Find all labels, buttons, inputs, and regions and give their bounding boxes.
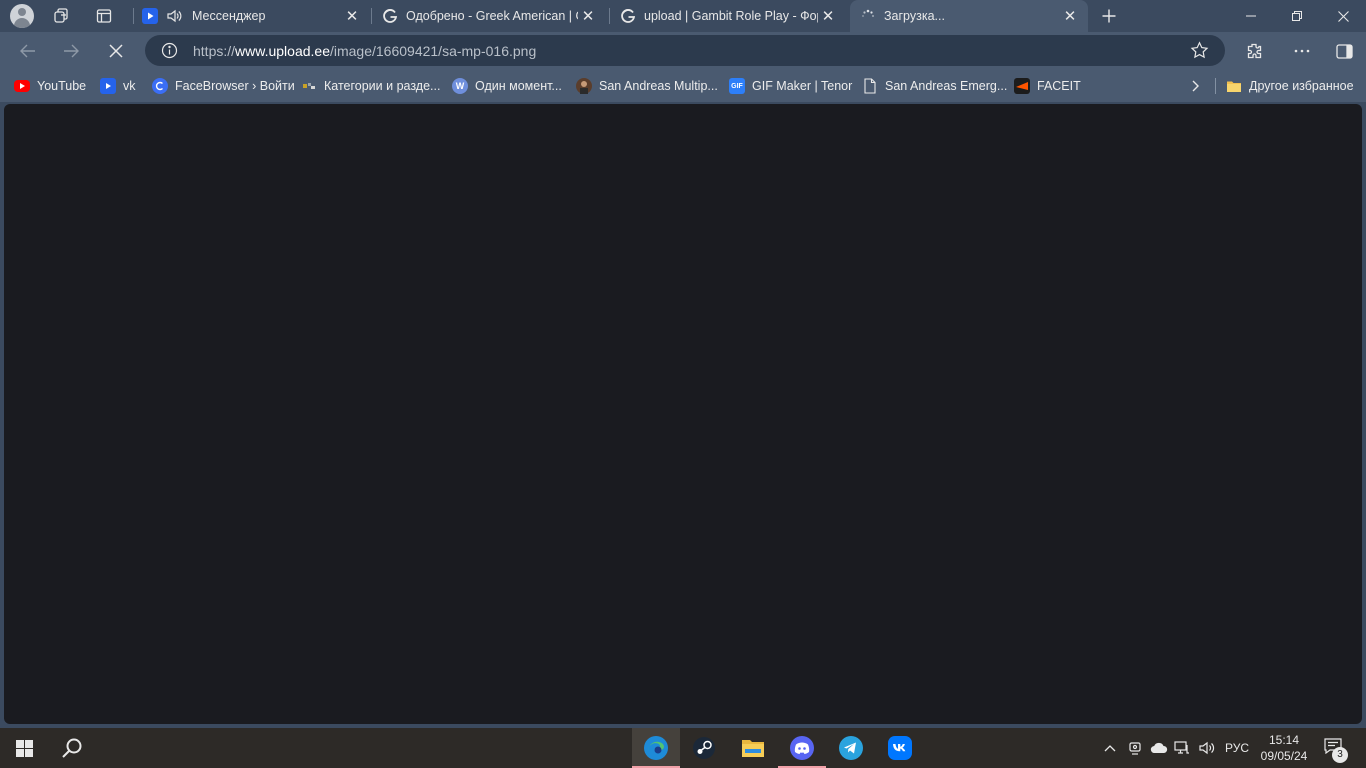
bookmark-categories[interactable]: Категории и разде...	[301, 78, 440, 94]
bookmark-label: vk	[123, 79, 136, 93]
bookmarks-bar: YouTube vk FaceBrowser › Войти Категории…	[0, 70, 1366, 102]
minimize-icon[interactable]	[1228, 0, 1274, 32]
close-tab-icon[interactable]: ✕	[1060, 6, 1080, 26]
loading-spinner-icon	[860, 8, 876, 24]
new-tab-icon[interactable]	[1097, 4, 1121, 28]
close-window-icon[interactable]	[1320, 0, 1366, 32]
url-path: /image/16609421/sa-mp-016.png	[329, 43, 537, 59]
notification-count-badge: 3	[1332, 747, 1348, 763]
bookmark-youtube[interactable]: YouTube	[14, 78, 86, 94]
webcam-icon[interactable]	[1125, 738, 1145, 758]
close-tab-icon[interactable]: ✕	[342, 6, 362, 26]
tab-messenger[interactable]: Мессенджер ✕	[140, 0, 370, 32]
tab-title: Загрузка...	[884, 9, 945, 23]
gambit-icon	[382, 8, 398, 24]
tab-upload-forum[interactable]: upload | Gambit Role Play - Форум ✕	[614, 0, 846, 32]
bookmark-facebrowser[interactable]: FaceBrowser › Войти	[152, 78, 295, 94]
network-icon[interactable]	[1172, 738, 1192, 758]
more-menu-icon[interactable]	[1288, 37, 1316, 65]
input-language[interactable]: РУС	[1225, 741, 1249, 755]
gambit-icon	[620, 8, 636, 24]
messenger-video-icon	[142, 8, 158, 24]
bookmark-label: GIF Maker | Tenor	[752, 79, 853, 93]
tab-title: upload | Gambit Role Play - Форум	[644, 9, 818, 23]
gif-icon: GIF	[729, 78, 745, 94]
category-icon	[301, 78, 317, 94]
extensions-icon[interactable]	[1240, 37, 1268, 65]
speaker-icon[interactable]	[166, 8, 182, 24]
forward-icon[interactable]	[57, 37, 85, 65]
tab-actions-icon[interactable]	[92, 4, 116, 28]
vk-icon[interactable]	[876, 728, 924, 768]
file-explorer-icon[interactable]	[729, 728, 777, 768]
bookmark-label: Другое избранное	[1249, 79, 1354, 93]
close-tab-icon[interactable]: ✕	[578, 6, 598, 26]
bookmarks-overflow-chevron-icon[interactable]	[1190, 76, 1200, 96]
bookmark-vk[interactable]: vk	[100, 78, 136, 94]
edge-icon[interactable]	[632, 728, 680, 768]
tab-greek-american[interactable]: Одобрено - Greek American | Gambit ✕	[376, 0, 606, 32]
bookmark-label: YouTube	[37, 79, 87, 93]
workspaces-icon[interactable]	[50, 4, 74, 28]
volume-icon[interactable]	[1197, 738, 1217, 758]
bookmark-faceit[interactable]: FACEIT	[1014, 78, 1081, 94]
bookmark-label: San Andreas Multip...	[599, 79, 718, 93]
steam-icon[interactable]	[680, 728, 728, 768]
bookmark-label: FACEIT	[1037, 79, 1081, 93]
stop-loading-icon[interactable]	[102, 37, 130, 65]
clock-time: 15:14	[1268, 733, 1300, 747]
onedrive-cloud-icon[interactable]	[1149, 738, 1169, 758]
tab-title: Одобрено - Greek American | Gambit	[406, 9, 578, 23]
search-icon[interactable]	[48, 728, 96, 768]
bookmark-label: San Andreas Emerg...	[885, 79, 1008, 93]
page-icon	[862, 78, 878, 94]
tab-strip: Мессенджер ✕ Одобрено - Greek American |…	[0, 0, 1366, 32]
favorite-star-icon[interactable]	[1190, 41, 1209, 60]
address-bar[interactable]: https://www.upload.ee/image/16609421/sa-…	[145, 35, 1225, 66]
faceit-icon	[1014, 78, 1030, 94]
url-scheme: https://	[193, 43, 236, 59]
bookmark-samp[interactable]: San Andreas Multip...	[576, 78, 718, 94]
telegram-icon[interactable]	[827, 728, 875, 768]
bookmark-one-moment[interactable]: W Один момент...	[452, 78, 562, 94]
bookmark-label: Один момент...	[475, 79, 562, 93]
chevron-up-icon[interactable]	[1100, 738, 1120, 758]
bookmark-sa-emergency[interactable]: San Andreas Emerg...	[862, 78, 1007, 94]
url-host: www.upload.ee	[235, 43, 330, 59]
profile-avatar[interactable]	[10, 4, 34, 28]
bookmark-label: FaceBrowser › Войти	[175, 79, 295, 93]
close-tab-icon[interactable]: ✕	[818, 6, 838, 26]
video-icon	[100, 78, 116, 94]
back-icon[interactable]	[14, 37, 42, 65]
sidebar-toggle-icon[interactable]	[1330, 37, 1358, 65]
taskbar: РУС 15:14 09/05/24 3	[0, 728, 1366, 768]
navigation-toolbar: https://www.upload.ee/image/16609421/sa-…	[0, 32, 1366, 70]
bookmark-label: Категории и разде...	[324, 79, 441, 93]
youtube-icon	[14, 80, 30, 92]
tab-loading[interactable]: Загрузка... ✕	[850, 0, 1088, 32]
bookmark-tenor[interactable]: GIF GIF Maker | Tenor	[729, 78, 852, 94]
facebrowser-icon	[152, 78, 168, 94]
site-info-icon[interactable]	[161, 42, 178, 59]
bookmark-other-favorites[interactable]: Другое избранное	[1226, 78, 1354, 94]
samp-avatar-icon	[576, 78, 592, 94]
clock-date: 09/05/24	[1260, 749, 1308, 763]
page-content-area[interactable]	[4, 104, 1362, 724]
discord-icon[interactable]	[778, 728, 826, 768]
w-icon: W	[452, 78, 468, 94]
restore-icon[interactable]	[1274, 0, 1320, 32]
tab-title: Мессенджер	[192, 9, 266, 23]
system-clock[interactable]: 15:14 09/05/24	[1254, 732, 1314, 764]
start-windows-icon[interactable]	[0, 728, 48, 768]
url-text[interactable]: https://www.upload.ee/image/16609421/sa-…	[193, 43, 536, 59]
folder-icon	[1226, 78, 1242, 94]
